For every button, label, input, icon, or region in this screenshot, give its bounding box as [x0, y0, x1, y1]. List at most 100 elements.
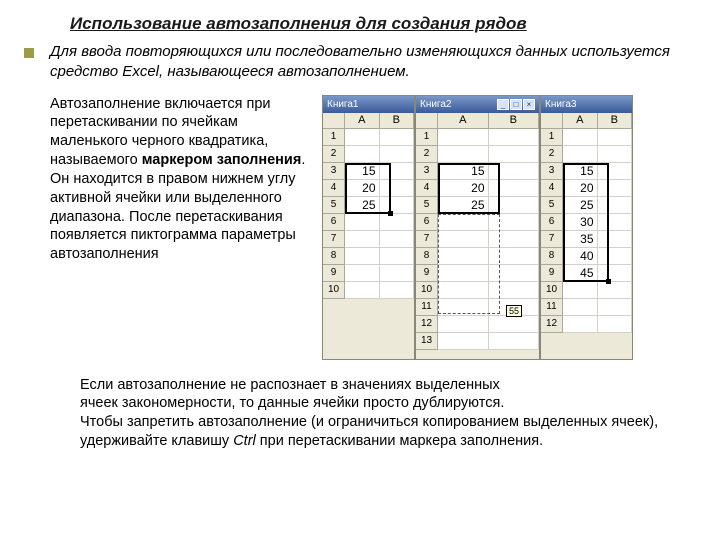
- cell[interactable]: [598, 214, 633, 231]
- cell[interactable]: [489, 231, 540, 248]
- row-header[interactable]: 8: [541, 248, 563, 265]
- cell[interactable]: [380, 163, 415, 180]
- cell[interactable]: 20: [563, 180, 598, 197]
- cell[interactable]: [489, 265, 540, 282]
- cell[interactable]: [598, 180, 633, 197]
- col-header[interactable]: A: [563, 113, 598, 129]
- col-header[interactable]: B: [489, 113, 540, 129]
- cell[interactable]: [598, 248, 633, 265]
- col-header[interactable]: B: [598, 113, 633, 129]
- row-header[interactable]: 1: [541, 129, 563, 146]
- row-header[interactable]: 9: [323, 265, 345, 282]
- minimize-icon[interactable]: _: [497, 99, 509, 110]
- cell[interactable]: [563, 129, 598, 146]
- row-header[interactable]: 13: [416, 333, 438, 350]
- row-header[interactable]: 2: [416, 146, 438, 163]
- row-header[interactable]: 2: [323, 146, 345, 163]
- cell[interactable]: [489, 282, 540, 299]
- row-header[interactable]: 5: [323, 197, 345, 214]
- cell[interactable]: [380, 180, 415, 197]
- cell[interactable]: [489, 214, 540, 231]
- cell[interactable]: [438, 316, 489, 333]
- cell[interactable]: [489, 129, 540, 146]
- cell[interactable]: [438, 282, 489, 299]
- cell[interactable]: [598, 197, 633, 214]
- row-header[interactable]: 3: [416, 163, 438, 180]
- cell[interactable]: [489, 197, 540, 214]
- cell[interactable]: [489, 180, 540, 197]
- cell[interactable]: [438, 146, 489, 163]
- fill-handle[interactable]: [388, 211, 393, 216]
- cell[interactable]: [563, 299, 598, 316]
- row-header[interactable]: 8: [323, 248, 345, 265]
- cell[interactable]: [598, 265, 633, 282]
- col-header[interactable]: A: [438, 113, 489, 129]
- cell[interactable]: 45: [563, 265, 598, 282]
- cell[interactable]: [598, 231, 633, 248]
- cell[interactable]: 15: [345, 163, 380, 180]
- row-header[interactable]: 10: [541, 282, 563, 299]
- select-all-corner[interactable]: [541, 113, 563, 129]
- cell[interactable]: [489, 163, 540, 180]
- cell[interactable]: [380, 282, 415, 299]
- col-header[interactable]: A: [345, 113, 380, 129]
- cell[interactable]: [438, 231, 489, 248]
- cell[interactable]: [489, 333, 540, 350]
- cell[interactable]: 35: [563, 231, 598, 248]
- row-header[interactable]: 8: [416, 248, 438, 265]
- cell[interactable]: [380, 231, 415, 248]
- cell[interactable]: [380, 214, 415, 231]
- cell[interactable]: 40: [563, 248, 598, 265]
- cell[interactable]: [438, 129, 489, 146]
- cell[interactable]: [598, 299, 633, 316]
- row-header[interactable]: 4: [416, 180, 438, 197]
- cell[interactable]: [563, 282, 598, 299]
- cell[interactable]: [598, 282, 633, 299]
- row-header[interactable]: 5: [416, 197, 438, 214]
- cell[interactable]: [380, 146, 415, 163]
- cell[interactable]: [598, 146, 633, 163]
- cell[interactable]: [345, 282, 380, 299]
- cell[interactable]: [598, 316, 633, 333]
- row-header[interactable]: 12: [541, 316, 563, 333]
- cell[interactable]: [489, 248, 540, 265]
- cell[interactable]: [438, 214, 489, 231]
- row-header[interactable]: 9: [541, 265, 563, 282]
- cell[interactable]: [438, 248, 489, 265]
- cell[interactable]: [345, 146, 380, 163]
- cell[interactable]: 25: [438, 197, 489, 214]
- row-header[interactable]: 4: [323, 180, 345, 197]
- cell[interactable]: 20: [438, 180, 489, 197]
- row-header[interactable]: 11: [541, 299, 563, 316]
- cell[interactable]: [380, 197, 415, 214]
- cell[interactable]: [345, 129, 380, 146]
- cell[interactable]: [489, 146, 540, 163]
- row-header[interactable]: 5: [541, 197, 563, 214]
- cell[interactable]: [563, 316, 598, 333]
- row-header[interactable]: 6: [416, 214, 438, 231]
- cell[interactable]: [563, 146, 598, 163]
- cell[interactable]: [438, 299, 489, 316]
- cell[interactable]: [438, 333, 489, 350]
- row-header[interactable]: 7: [323, 231, 345, 248]
- row-header[interactable]: 2: [541, 146, 563, 163]
- cell[interactable]: 20: [345, 180, 380, 197]
- row-header[interactable]: 10: [323, 282, 345, 299]
- col-header[interactable]: B: [380, 113, 415, 129]
- cell[interactable]: 15: [563, 163, 598, 180]
- cell[interactable]: [345, 265, 380, 282]
- row-header[interactable]: 10: [416, 282, 438, 299]
- cell[interactable]: [345, 231, 380, 248]
- cell[interactable]: 15: [438, 163, 489, 180]
- row-header[interactable]: 9: [416, 265, 438, 282]
- row-header[interactable]: 3: [541, 163, 563, 180]
- select-all-corner[interactable]: [416, 113, 438, 129]
- cell[interactable]: 25: [563, 197, 598, 214]
- row-header[interactable]: 1: [416, 129, 438, 146]
- cell[interactable]: [438, 265, 489, 282]
- cell[interactable]: [380, 248, 415, 265]
- cell[interactable]: [380, 265, 415, 282]
- row-header[interactable]: 7: [541, 231, 563, 248]
- cell[interactable]: [345, 248, 380, 265]
- cell[interactable]: [380, 129, 415, 146]
